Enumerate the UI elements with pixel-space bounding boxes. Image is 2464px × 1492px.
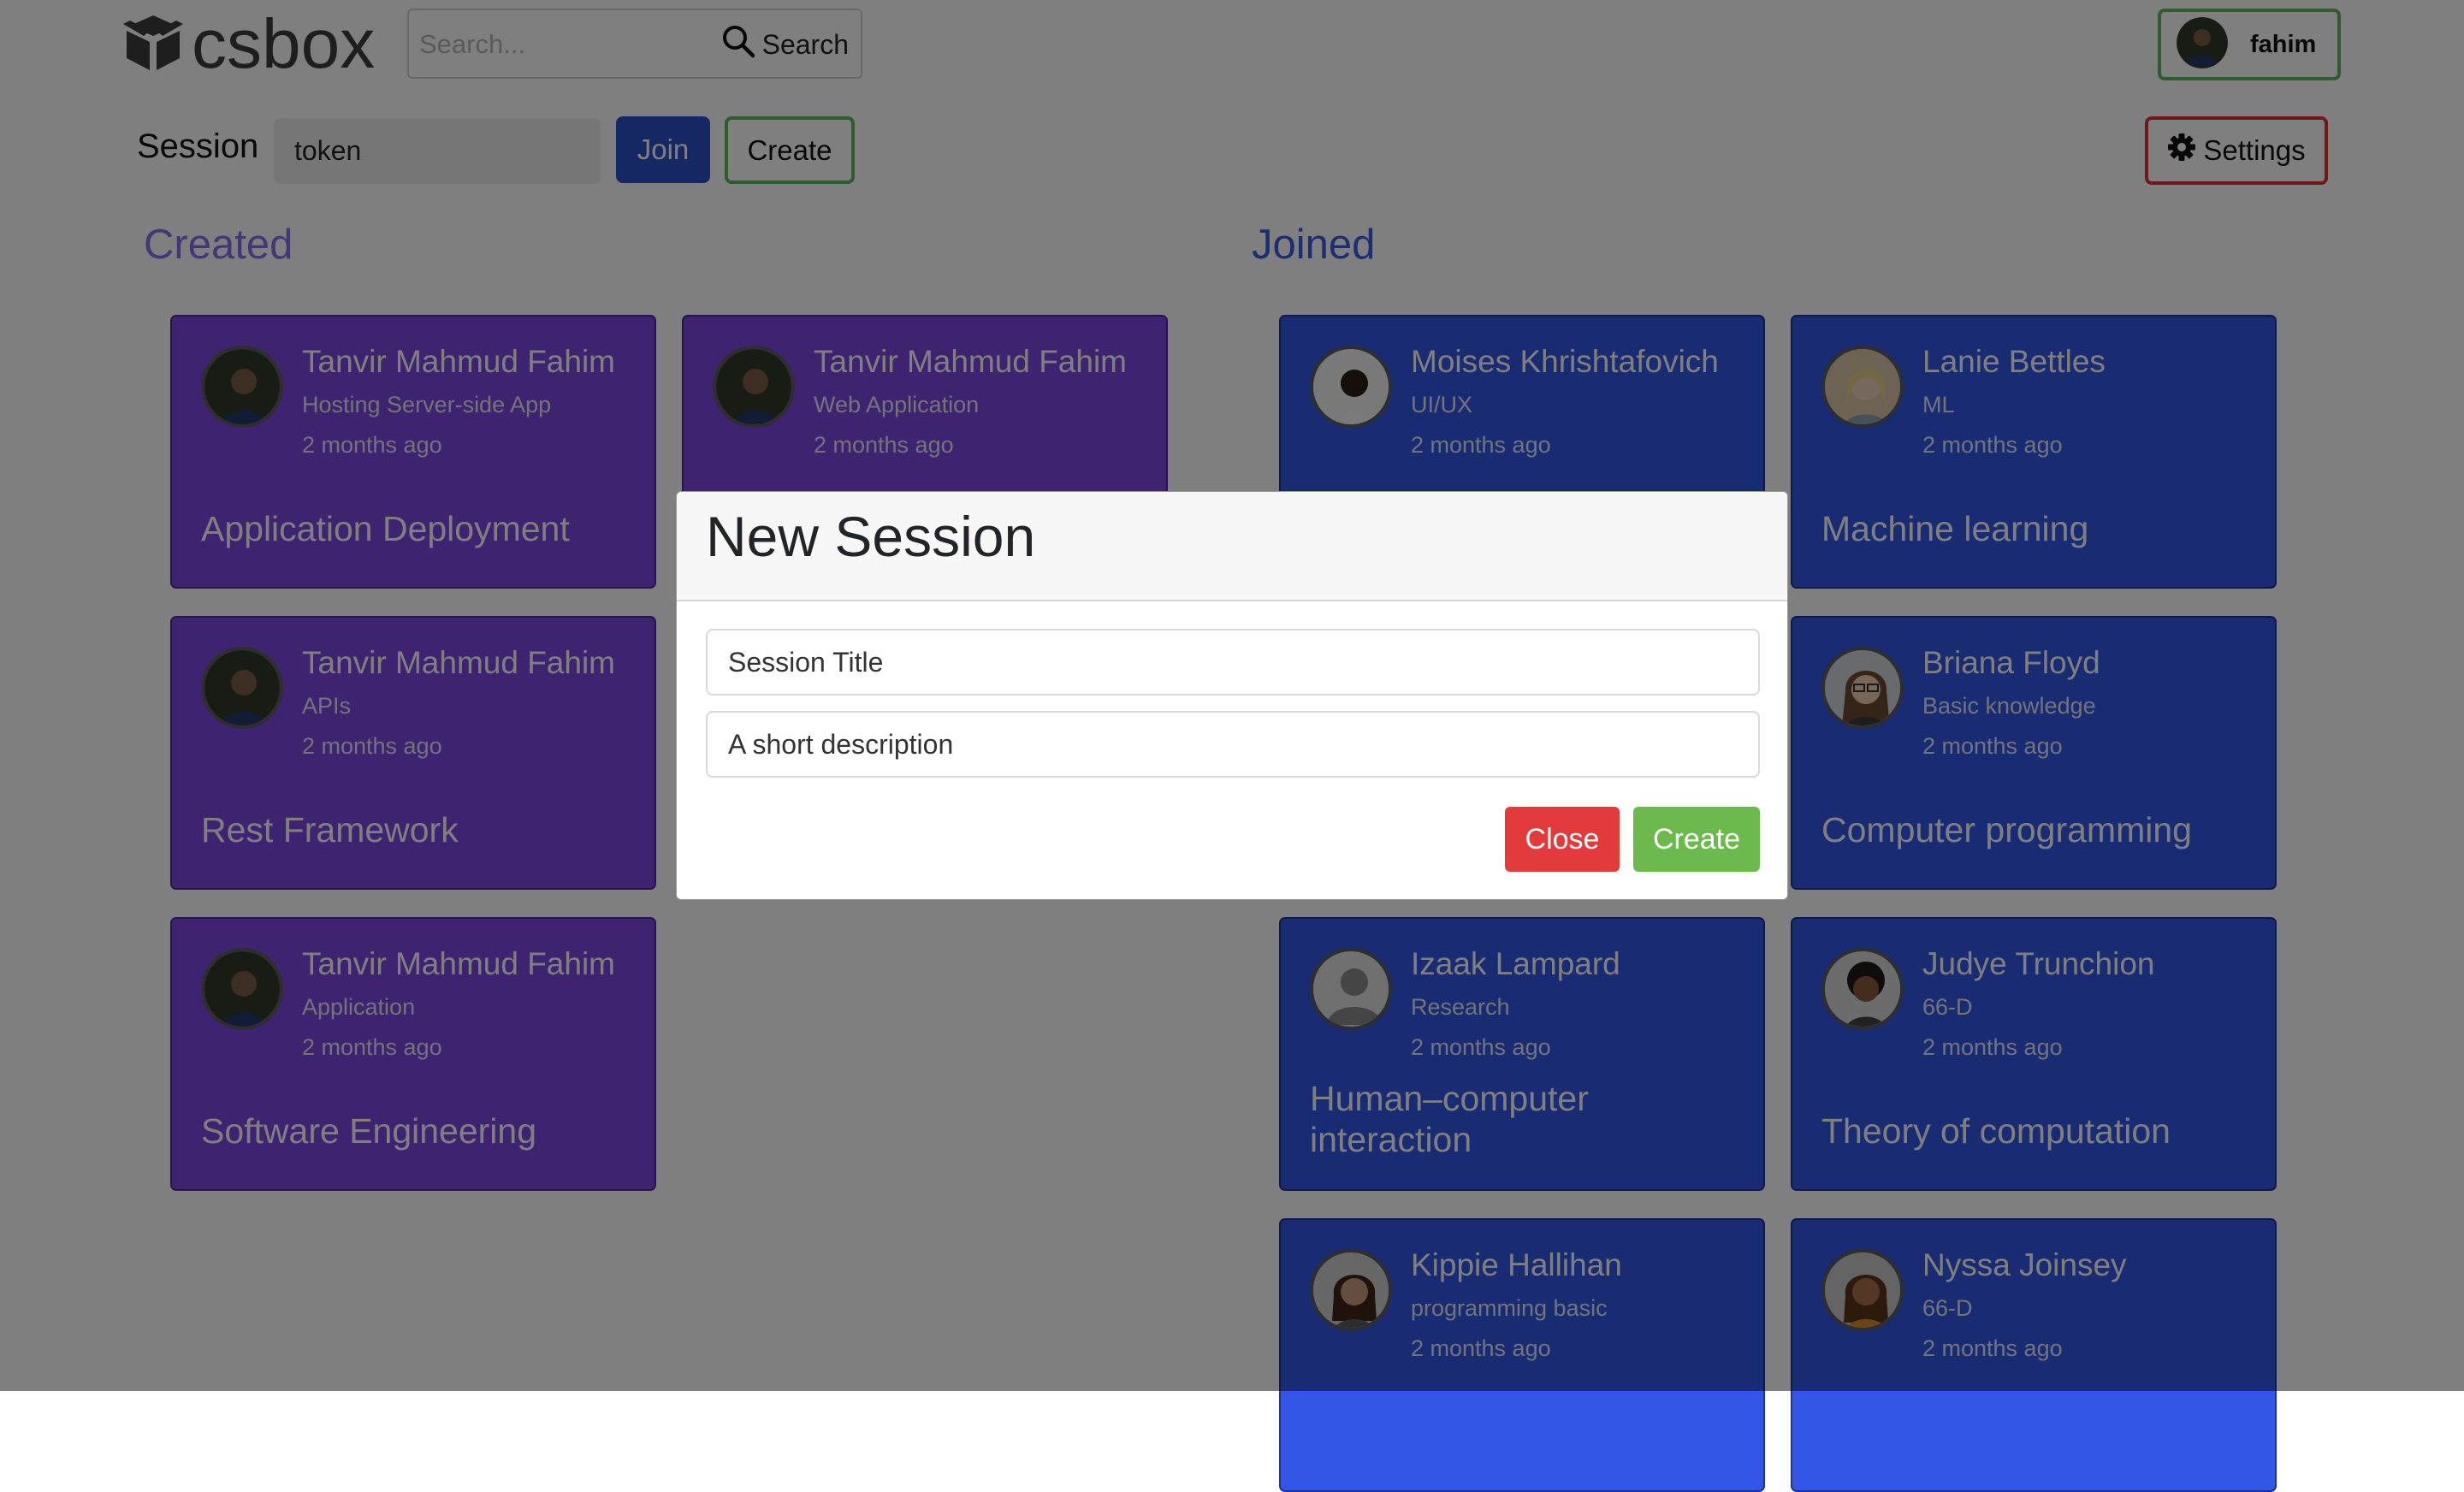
modal-header: New Session xyxy=(677,492,1787,601)
session-title-input[interactable] xyxy=(706,629,1760,696)
modal-title: New Session xyxy=(706,505,1036,568)
session-description-input[interactable] xyxy=(706,711,1760,778)
modal-create-button[interactable]: Create xyxy=(1633,807,1760,872)
close-button[interactable]: Close xyxy=(1505,807,1620,872)
new-session-modal: New Session Close Create xyxy=(676,491,1788,900)
